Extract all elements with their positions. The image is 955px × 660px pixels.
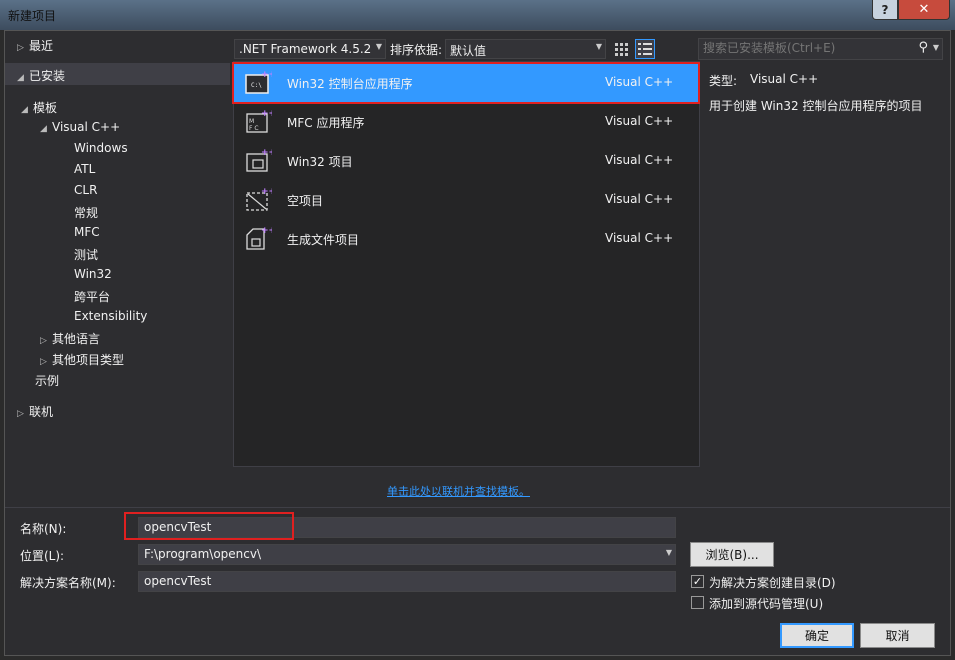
svg-text:++: ++ xyxy=(261,187,272,197)
collapse-arrow-icon: ◢ xyxy=(17,73,24,83)
search-input[interactable] xyxy=(703,41,903,55)
collapse-arrow-icon: ◢ xyxy=(21,105,28,115)
create-directory-label: 为解决方案创建目录(D) xyxy=(709,576,836,590)
expand-arrow-icon: ▷ xyxy=(40,357,47,367)
makefile-project-icon: ++ xyxy=(246,226,272,250)
sort-select[interactable]: 默认值 ▼ xyxy=(445,39,606,59)
template-language: Visual C++ xyxy=(605,114,674,128)
svg-text:++: ++ xyxy=(261,148,272,158)
tree-item-label: 已安装 xyxy=(29,69,66,83)
template-tree: ▷ 最近 ◢ 已安装 ◢ 模板 ◢ Visual C++ Windows ATL CLR… xyxy=(5,31,230,501)
location-value: F:\program\opencv\ xyxy=(144,547,262,561)
chevron-down-icon: ▼ xyxy=(375,42,382,51)
project-settings-panel: 名称(N): opencvTest 位置(L): F:\program\open… xyxy=(5,507,950,655)
template-row-makefile[interactable]: ++ 生成文件项目 Visual C++ xyxy=(234,220,699,258)
solution-name-label: 解决方案名称(M): xyxy=(20,576,116,590)
online-templates-link[interactable]: 单击此处以联机并查找模板。 xyxy=(387,483,530,499)
tree-item-label: 联机 xyxy=(29,405,54,419)
window-title: 新建项目 xyxy=(8,9,57,23)
name-highlight-annotation xyxy=(124,512,294,540)
template-name: Win32 项目 xyxy=(287,155,353,169)
template-language: Visual C++ xyxy=(605,231,674,245)
tree-item-atl[interactable]: ATL xyxy=(74,162,95,176)
template-name: 生成文件项目 xyxy=(287,233,360,247)
ok-button[interactable]: 确定 xyxy=(780,623,854,648)
solution-name-field[interactable]: opencvTest xyxy=(138,571,676,592)
tree-item-online[interactable]: ▷ 联机 xyxy=(17,403,53,420)
empty-project-icon: ++ xyxy=(246,187,272,211)
small-icons-view-button[interactable] xyxy=(611,39,631,59)
expand-arrow-icon: ▷ xyxy=(17,43,24,53)
tree-item-mfc[interactable]: MFC xyxy=(74,225,100,239)
svg-text:F C: F C xyxy=(249,125,259,132)
tree-item-recent[interactable]: ▷ 最近 xyxy=(17,37,53,54)
source-control-label: 添加到源代码管理(U) xyxy=(709,597,824,611)
location-label: 位置(L): xyxy=(20,549,65,563)
chevron-down-icon: ▼ xyxy=(932,43,939,52)
tree-item-label: Visual C++ xyxy=(52,120,121,134)
expand-arrow-icon: ▷ xyxy=(40,336,47,346)
template-row-mfc[interactable]: M F C ++ MFC 应用程序 Visual C++ xyxy=(234,103,699,141)
tree-item-clr[interactable]: CLR xyxy=(74,183,97,197)
template-row-win32-project[interactable]: ++ Win32 项目 Visual C++ xyxy=(234,142,699,180)
win32-project-icon: ++ xyxy=(246,148,272,172)
tree-item-label: 其他语言 xyxy=(52,332,101,346)
tree-item-win32[interactable]: Win32 xyxy=(74,267,112,281)
tree-item-label: 最近 xyxy=(29,39,54,53)
framework-value: .NET Framework 4.5.2 xyxy=(239,42,372,56)
template-description: 用于创建 Win32 控制台应用程序的项目 xyxy=(709,99,923,113)
template-language: Visual C++ xyxy=(605,153,674,167)
tree-item-windows[interactable]: Windows xyxy=(74,141,128,155)
tree-item-extensibility[interactable]: Extensibility xyxy=(74,309,147,323)
tree-item-other-languages[interactable]: ▷ 其他语言 xyxy=(40,330,100,347)
template-name: 空项目 xyxy=(287,194,324,208)
tree-item-samples[interactable]: 示例 xyxy=(35,372,59,389)
tree-item-templates[interactable]: ◢ 模板 xyxy=(21,99,57,116)
svg-text:M: M xyxy=(249,118,254,125)
tree-item-test[interactable]: 测试 xyxy=(74,246,98,263)
tree-item-installed[interactable]: ◢ 已安装 xyxy=(17,67,65,84)
name-label: 名称(N): xyxy=(20,522,67,536)
source-control-checkbox[interactable] xyxy=(691,596,704,609)
template-type-value: Visual C++ xyxy=(750,72,819,86)
tree-item-label: 其他项目类型 xyxy=(52,353,125,367)
template-type-label: 类型: xyxy=(709,74,738,88)
grid-view-icon xyxy=(615,43,628,56)
new-project-dialog: ▷ 最近 ◢ 已安装 ◢ 模板 ◢ Visual C++ Windows ATL CLR… xyxy=(4,30,951,656)
browse-button[interactable]: 浏览(B)... xyxy=(690,542,774,567)
close-button[interactable]: ✕ xyxy=(898,0,950,20)
template-language: Visual C++ xyxy=(605,192,674,206)
sort-value: 默认值 xyxy=(450,44,487,58)
collapse-arrow-icon: ◢ xyxy=(40,124,47,134)
template-row-empty[interactable]: ++ 空项目 Visual C++ xyxy=(234,181,699,219)
cancel-button[interactable]: 取消 xyxy=(860,623,935,648)
tree-item-cross-platform[interactable]: 跨平台 xyxy=(74,288,110,305)
chevron-down-icon: ▼ xyxy=(665,548,672,557)
list-view-button[interactable] xyxy=(635,39,655,59)
location-field[interactable]: F:\program\opencv\ ▼ xyxy=(138,544,676,565)
chevron-down-icon: ▼ xyxy=(595,42,602,51)
create-directory-checkbox[interactable]: ✓ xyxy=(691,575,704,588)
search-box[interactable]: ⚲ ▼ xyxy=(698,38,943,60)
sort-label: 排序依据: xyxy=(390,43,443,57)
list-view-icon xyxy=(638,43,652,55)
mfc-app-icon: M F C ++ xyxy=(246,109,272,133)
svg-text:++: ++ xyxy=(261,109,272,119)
expand-arrow-icon: ▷ xyxy=(17,409,24,419)
template-name: MFC 应用程序 xyxy=(287,116,365,130)
template-list: C:\ ++ Win32 控制台应用程序 Visual C++ M F C ++… xyxy=(233,61,700,467)
search-icon: ⚲ xyxy=(918,40,928,55)
tree-item-other-project-types[interactable]: ▷ 其他项目类型 xyxy=(40,351,124,368)
help-button[interactable]: ? xyxy=(872,0,898,20)
tree-item-label: 模板 xyxy=(33,101,58,115)
tree-item-visual-cpp[interactable]: ◢ Visual C++ xyxy=(40,120,120,134)
selection-highlight-annotation xyxy=(232,62,700,104)
framework-select[interactable]: .NET Framework 4.5.2 ▼ xyxy=(234,39,386,59)
title-bar: 新建项目 ? ✕ xyxy=(0,0,955,30)
tree-item-general[interactable]: 常规 xyxy=(74,204,98,221)
checkmark-icon: ✓ xyxy=(692,575,703,588)
svg-text:++: ++ xyxy=(261,226,272,236)
